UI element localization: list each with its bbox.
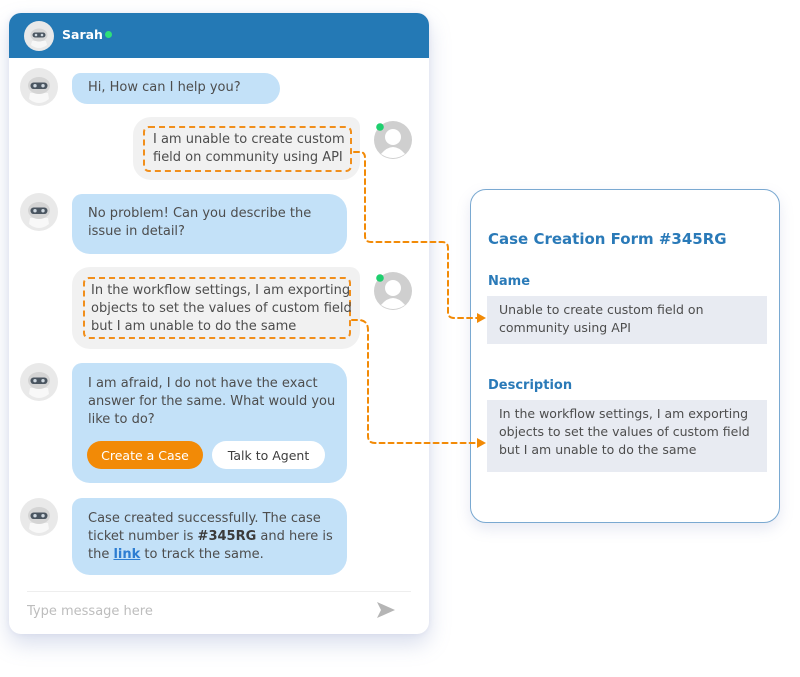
bot-avatar-icon: [20, 363, 58, 401]
description-field[interactable]: In the workflow settings, I am exporting…: [487, 400, 767, 472]
name-label: Name: [488, 274, 531, 289]
message-text: Case created successfully. The case tick…: [88, 510, 340, 564]
agent-name-text: Sarah: [62, 27, 103, 42]
ticket-number: #345RG: [197, 529, 257, 544]
online-status-indicator: [104, 31, 112, 38]
talk-to-agent-button[interactable]: Talk to Agent: [212, 441, 325, 469]
message-text: I am unable to create custom field on co…: [153, 132, 345, 165]
user-avatar-icon: [374, 121, 412, 159]
send-icon[interactable]: [376, 601, 396, 619]
message-text: Hi, How can I help you?: [88, 80, 241, 95]
message-text: No problem! Can you describe the issue i…: [88, 206, 312, 239]
bot-avatar-icon: [24, 21, 54, 51]
composer-divider: [27, 591, 411, 592]
message-text: I am afraid, I do not have the exact ans…: [88, 376, 336, 427]
message-input[interactable]: [27, 600, 357, 622]
user-avatar-icon: [374, 272, 412, 310]
chat-window: Sarah Hi, How can I help you? I am unabl…: [9, 13, 429, 634]
bot-avatar-icon: [20, 498, 58, 536]
track-link[interactable]: link: [113, 547, 140, 562]
create-case-button[interactable]: Create a Case: [87, 441, 203, 469]
bot-avatar-icon: [20, 68, 58, 106]
message-text-part: to track the same.: [140, 547, 264, 562]
agent-name: Sarah: [62, 27, 112, 42]
form-title: Case Creation Form #345RG: [488, 230, 727, 248]
chat-header: Sarah: [9, 13, 429, 58]
user-message: In the workflow settings, I am exporting…: [72, 267, 360, 349]
name-field[interactable]: Unable to create custom field on communi…: [487, 296, 767, 344]
message-text: In the workflow settings, I am exporting…: [91, 283, 352, 334]
bot-message: I am afraid, I do not have the exact ans…: [72, 363, 347, 483]
bot-message: Case created successfully. The case tick…: [72, 498, 347, 575]
bot-message: No problem! Can you describe the issue i…: [72, 194, 347, 254]
bot-message: Hi, How can I help you?: [72, 73, 280, 104]
description-label: Description: [488, 378, 573, 393]
case-creation-form: Case Creation Form #345RG Name Unable to…: [470, 189, 780, 523]
bot-avatar-icon: [20, 193, 58, 231]
user-message: I am unable to create custom field on co…: [133, 117, 360, 180]
